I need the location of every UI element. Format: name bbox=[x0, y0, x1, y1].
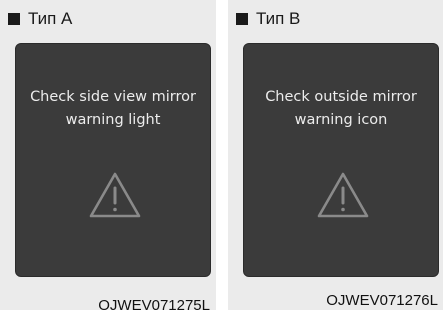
panel-type-b: Тип B Check outside mirror warning icon … bbox=[228, 0, 443, 310]
warning-message-line2: warning icon bbox=[294, 112, 388, 128]
type-label: Тип A bbox=[8, 9, 72, 29]
warning-message: Check outside mirror warning icon bbox=[244, 86, 438, 132]
warning-message-line2: warning light bbox=[65, 112, 161, 128]
type-label: Тип B bbox=[236, 9, 300, 29]
warning-triangle-icon bbox=[317, 172, 369, 218]
display-screen: Check outside mirror warning icon bbox=[243, 43, 439, 277]
warning-message-line1: Check side view mirror bbox=[30, 89, 196, 105]
warning-triangle-icon bbox=[89, 172, 141, 218]
image-code: OJWEV071275L bbox=[98, 298, 210, 310]
square-bullet-icon bbox=[236, 13, 248, 25]
warning-message: Check side view mirror warning light bbox=[16, 86, 210, 132]
panel-type-a: Тип A Check side view mirror warning lig… bbox=[0, 0, 216, 310]
image-code: OJWEV071276L bbox=[326, 292, 438, 309]
type-label-text: Тип A bbox=[28, 9, 73, 28]
type-label-text: Тип B bbox=[256, 9, 301, 28]
square-bullet-icon bbox=[8, 13, 20, 25]
display-screen: Check side view mirror warning light bbox=[15, 43, 211, 277]
warning-message-line1: Check outside mirror bbox=[265, 89, 417, 105]
